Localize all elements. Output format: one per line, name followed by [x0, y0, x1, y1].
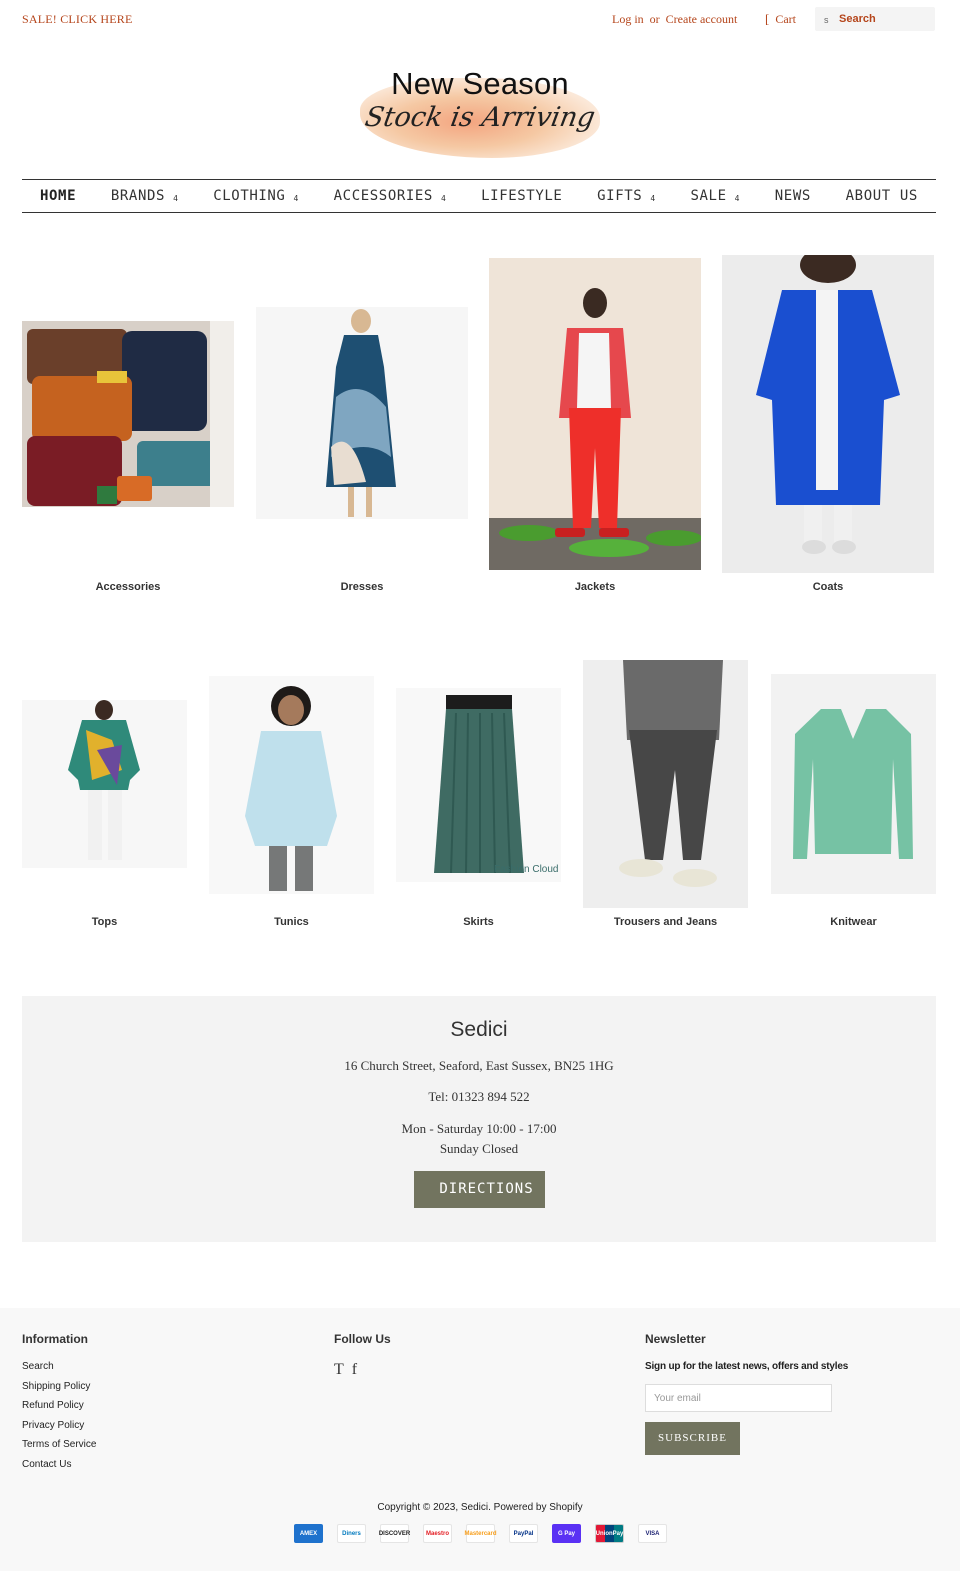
unionpay-icon: UnionPay — [595, 1524, 624, 1543]
nav-home[interactable]: HOME — [40, 188, 76, 204]
collection-label: Accessories — [95, 581, 161, 593]
store-info-panel: Sedici 16 Church Street, Seaford, East S… — [22, 996, 936, 1242]
collection-trousers-and-jeans[interactable]: Trousers and Jeans — [583, 660, 748, 935]
collection-image — [22, 700, 187, 868]
footer-heading: Information — [22, 1332, 88, 1346]
collection-image — [771, 674, 936, 894]
footer-newsletter: Newsletter Sign up for the latest news, … — [645, 1332, 935, 1462]
collection-tunics[interactable]: Tunics — [209, 660, 374, 935]
fashion-cloud-watermark: Fashion Cloud — [494, 864, 559, 875]
directions-button[interactable]: DIRECTIONS — [414, 1171, 545, 1208]
store-address: 16 Church Street, Seaford, East Sussex, … — [344, 1058, 614, 1073]
nav-brands[interactable]: BRANDS 4 — [111, 188, 179, 204]
account-links: Log in or Create account — [612, 12, 737, 27]
collection-label: Skirts — [463, 916, 494, 928]
collection-skirts[interactable]: Fashion Cloud Skirts — [396, 660, 561, 935]
collection-label: Knitwear — [830, 916, 877, 928]
footer-link-terms[interactable]: Terms of Service — [22, 1439, 96, 1459]
collection-image — [209, 676, 374, 894]
payment-icons: AMEX Diners DISCOVER Maestro Mastercard … — [294, 1524, 667, 1543]
footer-link-search[interactable]: Search — [22, 1361, 96, 1381]
collection-label: Tops — [91, 916, 118, 928]
mastercard-icon: Mastercard — [465, 1524, 497, 1543]
collection-image — [722, 255, 934, 573]
diners-icon: Diners — [337, 1524, 366, 1543]
footer-heading: Newsletter — [645, 1332, 706, 1346]
nav-lifestyle[interactable]: LIFESTYLE — [481, 188, 562, 204]
twitter-icon[interactable]: T — [334, 1361, 344, 1378]
collection-label: Dresses — [340, 581, 384, 593]
collection-image — [22, 321, 234, 507]
login-link[interactable]: Log in — [612, 12, 644, 26]
cart-icon: [ — [765, 11, 770, 26]
collection-knitwear[interactable]: Knitwear — [771, 660, 936, 935]
search-box[interactable]: s Search — [815, 7, 935, 31]
chevron-down-icon: 4 — [293, 194, 299, 203]
cart-label: Cart — [775, 12, 797, 26]
paypal-icon: PayPal — [509, 1524, 538, 1543]
collection-accessories[interactable]: Accessories — [22, 255, 234, 600]
visa-icon: VISA — [638, 1524, 667, 1543]
collection-coats[interactable]: Coats — [722, 255, 934, 600]
collection-image — [583, 660, 748, 908]
store-name: Sedici — [450, 1018, 508, 1041]
sale-link[interactable]: SALE! CLICK HERE — [22, 12, 133, 27]
or-text: or — [649, 12, 660, 26]
collection-label: Coats — [812, 581, 844, 593]
collection-label: Tunics — [274, 916, 309, 928]
nav-gifts[interactable]: GIFTS 4 — [597, 188, 656, 204]
nav-sale[interactable]: SALE 4 — [690, 188, 740, 204]
amex-icon: AMEX — [294, 1524, 323, 1543]
discover-icon: DISCOVER — [379, 1524, 410, 1543]
nav-accessories[interactable]: ACCESSORIES 4 — [334, 188, 447, 204]
collection-image: Fashion Cloud — [396, 688, 561, 882]
newsletter-text: Sign up for the latest news, offers and … — [645, 1361, 849, 1372]
footer-link-shipping[interactable]: Shipping Policy — [22, 1381, 96, 1401]
gpay-icon: G Pay — [552, 1524, 581, 1543]
collection-label: Jackets — [574, 581, 616, 593]
main-nav: HOME BRANDS 4 CLOTHING 4 ACCESSORIES 4 LIFE… — [22, 179, 936, 213]
site-footer: Information Search Shipping Policy Refun… — [0, 1308, 960, 1571]
logo-title: New Season — [391, 66, 569, 101]
chevron-down-icon: 4 — [173, 194, 179, 203]
collection-image — [489, 258, 701, 570]
search-icon: s — [824, 15, 829, 25]
store-phone: Tel: 01323 894 522 — [428, 1089, 530, 1104]
nav-about-us[interactable]: ABOUT US — [846, 188, 918, 204]
facebook-icon[interactable]: f — [352, 1361, 357, 1378]
collection-dresses[interactable]: Dresses — [256, 255, 468, 600]
maestro-icon: Maestro — [423, 1524, 452, 1543]
footer-link-privacy[interactable]: Privacy Policy — [22, 1420, 96, 1440]
footer-link-refund[interactable]: Refund Policy — [22, 1400, 96, 1420]
copyright: Copyright © 2023, Sedici. Powered by Sho… — [377, 1502, 583, 1513]
email-field[interactable]: Your email — [645, 1384, 832, 1412]
nav-news[interactable]: NEWS — [775, 188, 811, 204]
search-input[interactable]: Search — [839, 13, 876, 25]
collection-label: Trousers and Jeans — [613, 916, 718, 928]
chevron-down-icon: 4 — [734, 194, 741, 203]
chevron-down-icon: 4 — [440, 194, 447, 203]
top-bar: SALE! CLICK HERE Log in or Create account … — [0, 0, 960, 40]
footer-follow: Follow Us Tf — [334, 1332, 391, 1379]
site-logo[interactable]: New Season Stock is Arriving — [330, 58, 630, 158]
collection-tops[interactable]: Tops — [22, 660, 187, 935]
nav-clothing[interactable]: CLOTHING 4 — [213, 188, 299, 204]
footer-heading: Follow Us — [334, 1332, 391, 1346]
footer-link-contact[interactable]: Contact Us — [22, 1459, 96, 1479]
store-hours: Mon - Saturday 10:00 - 17:00 — [401, 1121, 557, 1136]
collection-jackets[interactable]: Jackets — [489, 255, 701, 600]
logo-script: Stock is Arriving — [362, 102, 598, 133]
cart-link[interactable]: [ Cart — [765, 11, 796, 27]
chevron-down-icon: 4 — [650, 194, 656, 203]
subscribe-button[interactable]: SUBSCRIBE — [645, 1422, 740, 1455]
collection-image — [256, 307, 468, 519]
social-links: Tf — [334, 1361, 391, 1379]
store-sunday: Sunday Closed — [439, 1141, 519, 1156]
create-account-link[interactable]: Create account — [666, 12, 738, 26]
footer-information: Information Search Shipping Policy Refun… — [22, 1332, 96, 1478]
